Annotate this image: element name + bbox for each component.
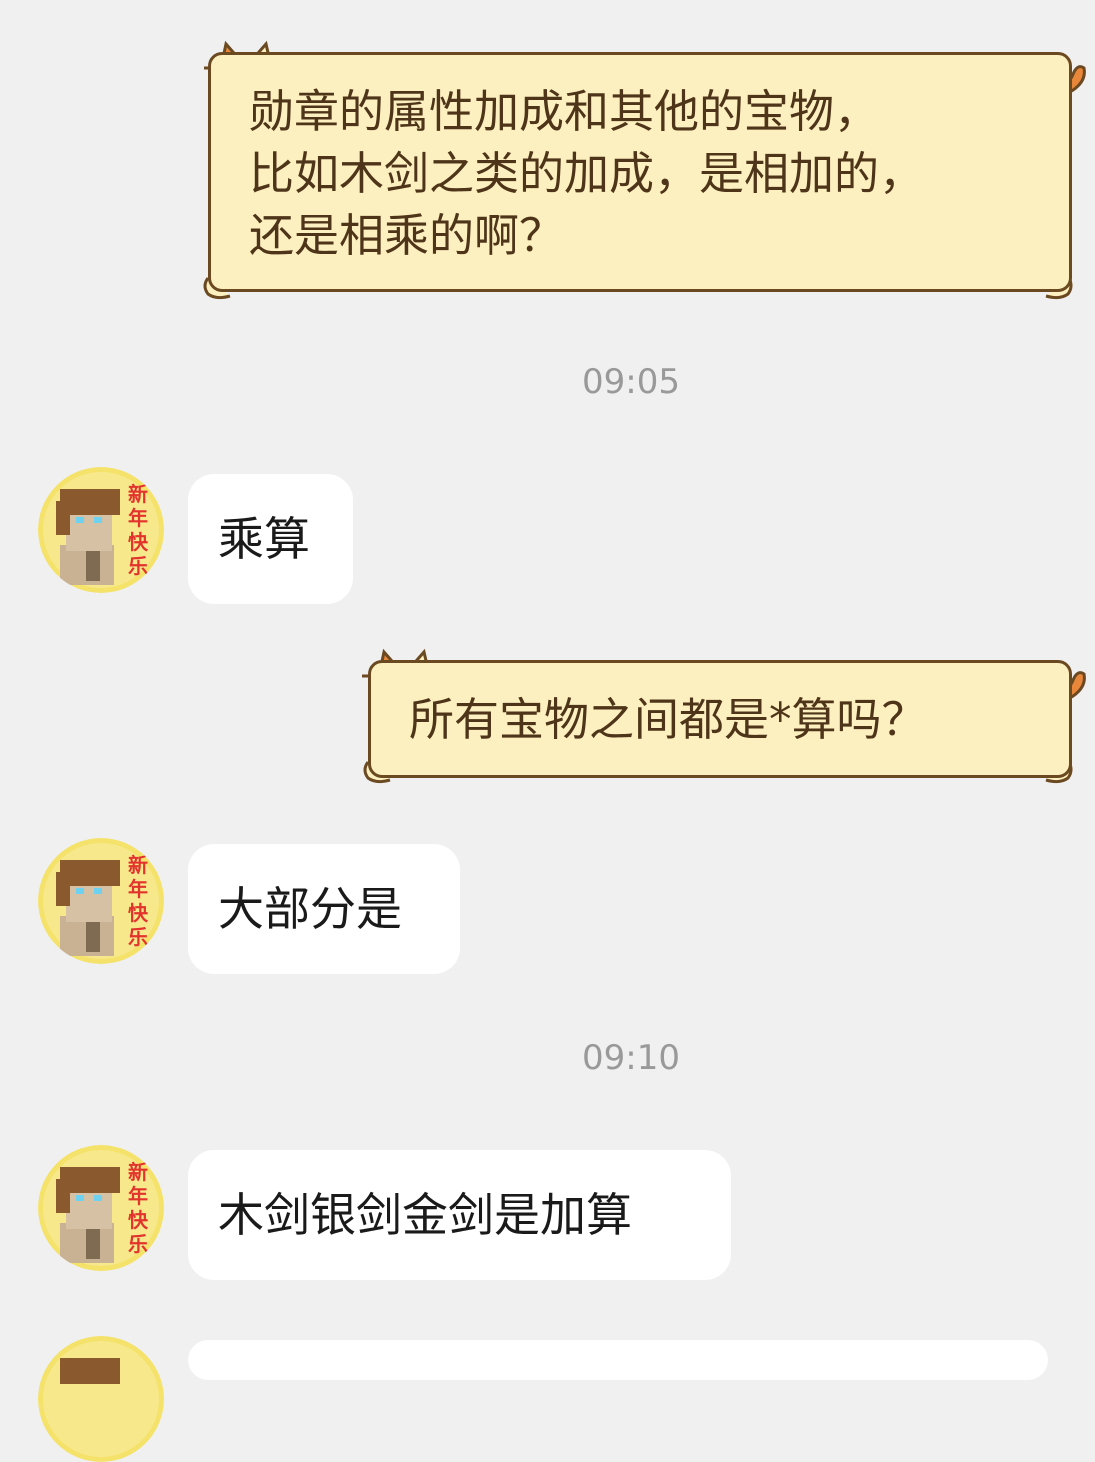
received-message-3[interactable]: 木剑银剑金剑是加算: [188, 1150, 731, 1280]
avatar-badge-char: 快: [128, 1208, 149, 1232]
avatar[interactable]: 新 年 快 乐: [38, 838, 164, 964]
sent-bubble: 所有宝物之间都是*算吗？: [368, 660, 1072, 778]
avatar-badge-char: 乐: [128, 1232, 148, 1256]
avatar-image: 新 年 快 乐: [38, 467, 164, 593]
message-text: 勋章的属性加成和其他的宝物， 比如木剑之类的加成，是相加的， 还是相乘的啊？: [249, 85, 925, 262]
message-text: 木剑银剑金剑是加算: [218, 1188, 632, 1242]
avatar-image: 新 年 快 乐: [38, 1145, 164, 1271]
avatar-badge-char: 快: [128, 530, 149, 554]
avatar-badge-char: 新: [128, 482, 148, 506]
sent-message-1[interactable]: 勋章的属性加成和其他的宝物， 比如木剑之类的加成，是相加的， 还是相乘的啊？: [196, 38, 1090, 310]
avatar[interactable]: 新 年 快 乐: [38, 1145, 164, 1271]
message-text: 大部分是: [218, 882, 402, 936]
avatar[interactable]: 新 年 快 乐: [38, 467, 164, 593]
sent-message-2[interactable]: 所有宝物之间都是*算吗？: [356, 646, 1090, 794]
avatar-badge-char: 新: [128, 1160, 148, 1184]
timestamp: 09:05: [582, 362, 680, 402]
avatar-image: [38, 1336, 164, 1462]
sent-bubble: 勋章的属性加成和其他的宝物， 比如木剑之类的加成，是相加的， 还是相乘的啊？: [208, 52, 1072, 292]
avatar-badge-char: 乐: [128, 554, 148, 578]
avatar-badge-char: 新: [128, 853, 148, 877]
avatar-badge-char: 乐: [128, 925, 148, 949]
avatar-badge-char: 年: [128, 506, 148, 530]
timestamp: 09:10: [582, 1038, 680, 1078]
received-message-1[interactable]: 乘算: [188, 474, 353, 604]
avatar-badge-char: 年: [128, 1184, 148, 1208]
message-text: 所有宝物之间都是*算吗？: [409, 693, 927, 746]
avatar[interactable]: [38, 1336, 164, 1462]
received-message-partial[interactable]: [188, 1340, 1048, 1380]
avatar-badge-char: 快: [128, 901, 149, 925]
avatar-image: 新 年 快 乐: [38, 838, 164, 964]
message-text: 乘算: [218, 512, 310, 566]
received-message-2[interactable]: 大部分是: [188, 844, 460, 974]
avatar-badge-char: 年: [128, 877, 148, 901]
